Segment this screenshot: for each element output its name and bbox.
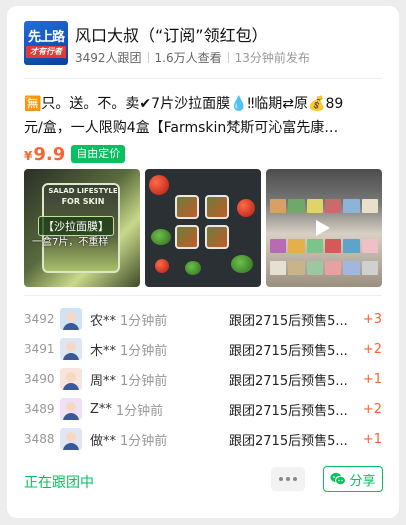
group-buy-card: 先上路 才有行者 风口大叔（“订阅”领红包） 3492人跟团 1.6万人查看 1…: [7, 6, 399, 518]
order-number: 3489: [24, 402, 55, 416]
buyer-name: 做**: [90, 433, 117, 449]
leaf: [151, 229, 171, 245]
store-shelf: [270, 239, 378, 253]
order-quantity: +1: [362, 431, 382, 447]
order-item: 跟团2715后预售5...: [229, 373, 348, 389]
order-quantity: +1: [362, 371, 382, 387]
more-dot-icon: [286, 477, 290, 481]
avatar: [60, 428, 82, 450]
tomato: [155, 259, 169, 273]
order-item: 跟团2715后预售5...: [229, 403, 348, 419]
image-gallery: SALAD LIFESTYLE FOR SKIN 【沙拉面膜】 一盒7片，不重样: [24, 169, 382, 287]
order-row[interactable]: 3489 Z** 1分钟前 跟团2715后预售5... +2: [24, 397, 382, 421]
divider: [147, 52, 149, 63]
pack-label-main: FOR SKIN: [61, 197, 105, 206]
follower-count: 3492人跟团: [75, 51, 142, 65]
avatar: [60, 338, 82, 360]
group-title[interactable]: 风口大叔（“订阅”领红包）: [75, 22, 268, 46]
order-time: 1分钟前: [120, 313, 168, 329]
buyer-name: 周**: [90, 373, 117, 389]
tomato: [237, 199, 255, 217]
order-number: 3491: [24, 342, 55, 356]
order-row[interactable]: 3492 农** 1分钟前 跟团2715后预售5... +3: [24, 307, 382, 331]
buyer-name: 农**: [90, 313, 117, 329]
order-row[interactable]: 3491 木** 1分钟前 跟团2715后预售5... +2: [24, 337, 382, 361]
publish-time: 13分钟前发布: [234, 51, 310, 65]
order-quantity: +2: [362, 341, 382, 357]
product-image-2[interactable]: [145, 169, 261, 287]
avatar-logo-subtext: 才有行者: [26, 46, 66, 58]
leaf: [185, 261, 201, 275]
wechat-icon: [330, 472, 347, 486]
more-dot-icon: [279, 477, 283, 481]
order-time: 1分钟前: [120, 343, 168, 359]
avatar: [60, 368, 82, 390]
product-video[interactable]: [266, 169, 382, 287]
order-time: 1分钟前: [115, 403, 164, 419]
card-header[interactable]: 先上路 才有行者 风口大叔（“订阅”领红包） 3492人跟团 1.6万人查看 1…: [7, 6, 399, 78]
description-line: 元/盒，一人限购4盒【Farmskin梵斯可沁富先康…: [24, 120, 339, 136]
order-time: 1分钟前: [120, 373, 168, 389]
order-number: 3490: [24, 372, 55, 386]
salad-tray: [175, 225, 199, 249]
group-meta: 3492人跟团 1.6万人查看 13分钟前发布: [75, 49, 310, 66]
more-button[interactable]: [271, 467, 305, 491]
group-avatar[interactable]: 先上路 才有行者: [24, 21, 68, 65]
price-row: ¥9.9 自由定价: [24, 143, 126, 165]
description-line: 🈚只。送。不。卖✔7片沙拉面膜💧‼临期⇄原💰89: [24, 96, 344, 112]
play-icon[interactable]: [316, 220, 330, 236]
avatar: [60, 308, 82, 330]
buyer-name: 木**: [90, 343, 117, 359]
share-button[interactable]: 分享: [323, 466, 383, 492]
leaf: [231, 255, 253, 273]
price: ¥9.9: [24, 144, 65, 165]
salad-tray: [205, 195, 229, 219]
avatar: [60, 398, 82, 420]
store-shelf: [270, 199, 378, 213]
tomato: [149, 175, 169, 195]
order-number: 3492: [24, 312, 55, 326]
salad-tray: [175, 195, 199, 219]
more-dot-icon: [293, 477, 297, 481]
order-item: 跟团2715后预售5...: [229, 343, 348, 359]
order-number: 3488: [24, 432, 55, 446]
order-item: 跟团2715后预售5...: [229, 313, 348, 329]
divider: [227, 52, 229, 63]
header-divider: [24, 78, 382, 79]
order-row[interactable]: 3490 周** 1分钟前 跟团2715后预售5... +1: [24, 367, 382, 391]
pack-label-top: SALAD LIFESTYLE: [48, 187, 118, 195]
order-time: 1分钟前: [120, 433, 168, 449]
image-caption: 一盒7片，不重样: [32, 237, 109, 248]
post-description[interactable]: 🈚只。送。不。卖✔7片沙拉面膜💧‼临期⇄原💰89 元/盒，一人限购4盒【Farm…: [24, 92, 382, 140]
order-quantity: +2: [362, 401, 382, 417]
avatar-logo-text: 先上路: [27, 30, 65, 45]
price-value: 9.9: [33, 143, 66, 165]
order-quantity: +3: [362, 311, 382, 327]
free-pricing-badge: 自由定价: [71, 145, 126, 163]
order-item: 跟团2715后预售5...: [229, 433, 348, 449]
view-count: 1.6万人查看: [154, 51, 222, 65]
share-label: 分享: [349, 473, 376, 489]
group-status: 正在跟团中: [24, 475, 94, 491]
order-row[interactable]: 3488 做** 1分钟前 跟团2715后预售5... +1: [24, 427, 382, 451]
currency-symbol: ¥: [24, 148, 33, 163]
product-image-1[interactable]: SALAD LIFESTYLE FOR SKIN 【沙拉面膜】 一盒7片，不重样: [24, 169, 140, 287]
buyer-name: Z**: [90, 401, 112, 417]
card-footer: 正在跟团中 分享: [7, 458, 399, 498]
salad-tray: [205, 225, 229, 249]
store-shelf: [270, 261, 378, 275]
section-divider: [24, 295, 382, 296]
